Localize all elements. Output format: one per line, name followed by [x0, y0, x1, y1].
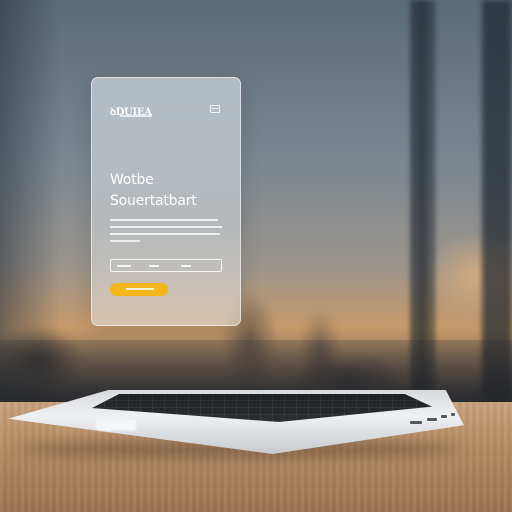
body-text-line [110, 226, 222, 228]
field-placeholder [181, 265, 191, 267]
input-field[interactable] [110, 259, 222, 272]
headline-line-1: Wotbe [110, 172, 154, 188]
body-text-line [110, 233, 220, 235]
laptop-port [441, 415, 447, 418]
logo-tagline [120, 115, 152, 117]
cta-button-label [126, 288, 154, 290]
body-text-line [110, 219, 218, 221]
card-headline: Wotbe Souertatbart [110, 170, 240, 212]
headline-line-2: Souertatbart [110, 193, 197, 209]
laptop-port [451, 413, 455, 416]
laptop-port [410, 421, 422, 424]
laptop-port [427, 418, 437, 421]
body-text-line [110, 240, 140, 242]
field-placeholder [149, 265, 159, 267]
floating-glass-card: ꝺDUIEA Wotbe Souertatbart [91, 77, 241, 326]
cta-button[interactable] [110, 283, 168, 296]
field-placeholder [117, 265, 131, 267]
laptop-trackpad [96, 420, 136, 430]
photo-scene: ꝺDUIEA Wotbe Souertatbart [0, 0, 512, 512]
menu-icon[interactable] [210, 105, 220, 113]
